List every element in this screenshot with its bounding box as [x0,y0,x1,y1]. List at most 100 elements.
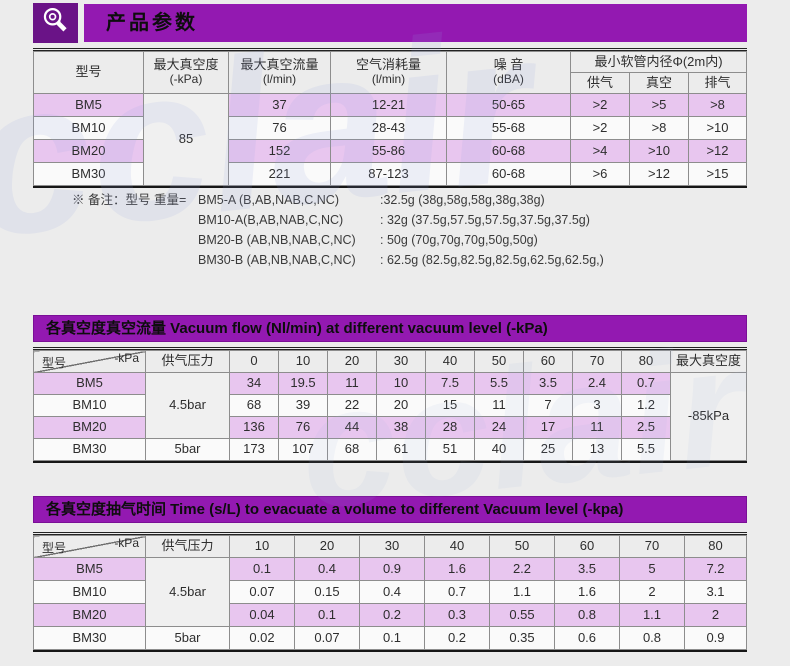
cell: 3.1 [684,580,747,604]
cell-pressure: 4.5bar [145,372,230,439]
cell: 40 [474,438,524,461]
cell: 37 [228,93,331,117]
cell: 5.5 [621,438,671,461]
cell: 51 [425,438,475,461]
cell: >12 [629,162,689,186]
cell: 11 [572,416,622,439]
cell: 44 [327,416,377,439]
cell-max-vacuum: -85kPa [670,372,747,461]
corner-kpa-label: -kPa [114,351,139,365]
cell: 68 [327,438,377,461]
cell: >10 [688,116,747,140]
cell-model: BM5 [33,93,144,117]
remark-weight: : 32g (37.5g,57.5g,57.5g,37.5g,37.5g) [380,213,590,227]
remark-model: BM10-A(B,AB,NAB,C,NC) [198,213,344,227]
cell: 5 [619,557,685,581]
cell-model: BM10 [33,394,146,417]
cell: 60-68 [446,162,571,186]
cell: 55-86 [330,139,447,163]
col-header-level: 40 [425,350,475,373]
cell: 61 [376,438,426,461]
cell: 0.8 [619,626,685,650]
table-row: BM20 0.04 0.1 0.2 0.3 0.55 0.8 1.1 2 [33,603,747,627]
datasheet-page: 产品参数 型号 最大真空度 (-kPa) 最大真空流量 (l/min) 空气消耗… [0,0,790,666]
cell: 1.1 [489,580,555,604]
col-header-level: 40 [424,535,490,558]
evacuation-time-table: -kPa 型号 供气压力 10 20 30 40 50 60 70 80 BM5… [33,535,747,650]
corner-model-label: 型号 [42,541,67,556]
cell: 0.4 [294,557,360,581]
table-row: BM30 221 87-123 60-68 >6 >12 >15 [33,162,747,186]
col-unit: (dBA) [493,72,524,87]
cell: 34 [229,372,279,395]
cell-model: BM30 [33,438,146,461]
cell: 55-68 [446,116,571,140]
cell: 2 [619,580,685,604]
cell: 0.1 [359,626,425,650]
col-header-noise: 噪 音 (dBA) [446,51,571,94]
col-header-air-consumption: 空气消耗量 (l/min) [330,51,447,94]
table-row: BM10 68 39 22 20 15 11 7 3 1.2 [33,394,747,417]
cell: 17 [523,416,573,439]
cell: 107 [278,438,328,461]
cell: 7.5 [425,372,475,395]
col-label: 最大真空度 [153,57,219,73]
cell: 2.5 [621,416,671,439]
evacuation-time-table-wrap: -kPa 型号 供气压力 10 20 30 40 50 60 70 80 BM5… [33,532,747,652]
col-header-max-vacuum: 最大真空度 [670,350,747,373]
cell: 1.6 [554,580,620,604]
col-header-level: 60 [554,535,620,558]
magnifier-icon [39,4,73,43]
col-header-model: 型号 [33,51,144,94]
cell: 68 [229,394,279,417]
table-row: BM5 4.5bar 0.1 0.4 0.9 1.6 2.2 3.5 5 7.2 [33,557,747,627]
section-icon-box [33,3,78,43]
col-header-level: 70 [619,535,685,558]
cell: 76 [228,116,331,140]
cell: 0.15 [294,580,360,604]
product-spec-table-wrap: 型号 最大真空度 (-kPa) 最大真空流量 (l/min) 空气消耗量 (l/… [33,48,747,188]
col-header-level: 30 [359,535,425,558]
cell: 0.07 [294,626,360,650]
remark-weight: : 62.5g (82.5g,82.5g,82.5g,62.5g,62.5g,) [380,253,604,267]
remarks-prefix: ※ 备注：型号 重量= [72,193,187,207]
table-row: BM5 85 37 12-21 50-65 >2 >5 >8 [33,93,747,186]
col-label: 最大真空流量 [240,57,319,73]
cell: >8 [629,116,689,140]
col-header-level: 50 [474,350,524,373]
col-header-level: 20 [294,535,360,558]
cell: 0.7 [621,372,671,395]
col-header-level: 80 [621,350,671,373]
remarks: ※ 备注：型号 重量= BM5-A (B,AB,NAB,C,NC) :32.5g… [72,190,604,270]
col-header-hose-diameter: 最小软管内径Φ(2m内) [570,51,747,73]
cell: 38 [376,416,426,439]
cell: 152 [228,139,331,163]
col-header-level: 0 [229,350,279,373]
col-header-level: 80 [684,535,747,558]
cell: 0.2 [359,603,425,627]
cell: >12 [688,139,747,163]
cell-model: BM30 [33,626,146,650]
col-header-level: 50 [489,535,555,558]
vacuum-flow-table-wrap: -kPa 型号 供气压力 0 10 20 30 40 50 60 70 80 最… [33,347,747,463]
cell: 221 [228,162,331,186]
cell: >8 [688,93,747,117]
cell: 10 [376,372,426,395]
cell: 13 [572,438,622,461]
cell-pressure: 5bar [145,438,230,461]
cell: 173 [229,438,279,461]
spec-header-row: 型号 最大真空度 (-kPa) 最大真空流量 (l/min) 空气消耗量 (l/… [33,51,747,94]
cell-model: BM20 [33,603,146,627]
cell: 0.9 [359,557,425,581]
cell-model: BM10 [33,116,144,140]
table-row: BM30 5bar 0.02 0.07 0.1 0.2 0.35 0.6 0.8… [33,626,747,650]
cell-model: BM5 [33,372,146,395]
vacuum-flow-table: -kPa 型号 供气压力 0 10 20 30 40 50 60 70 80 最… [33,350,747,461]
cell: 87-123 [330,162,447,186]
col-header-level: 70 [572,350,622,373]
col-header-pressure: 供气压力 [145,535,230,558]
col-unit: (-kPa) [169,72,203,87]
evacuation-time-title: 各真空度抽气时间 Time (s/L) to evacuate a volume… [33,496,747,523]
cell: 0.55 [489,603,555,627]
cell: 0.6 [554,626,620,650]
